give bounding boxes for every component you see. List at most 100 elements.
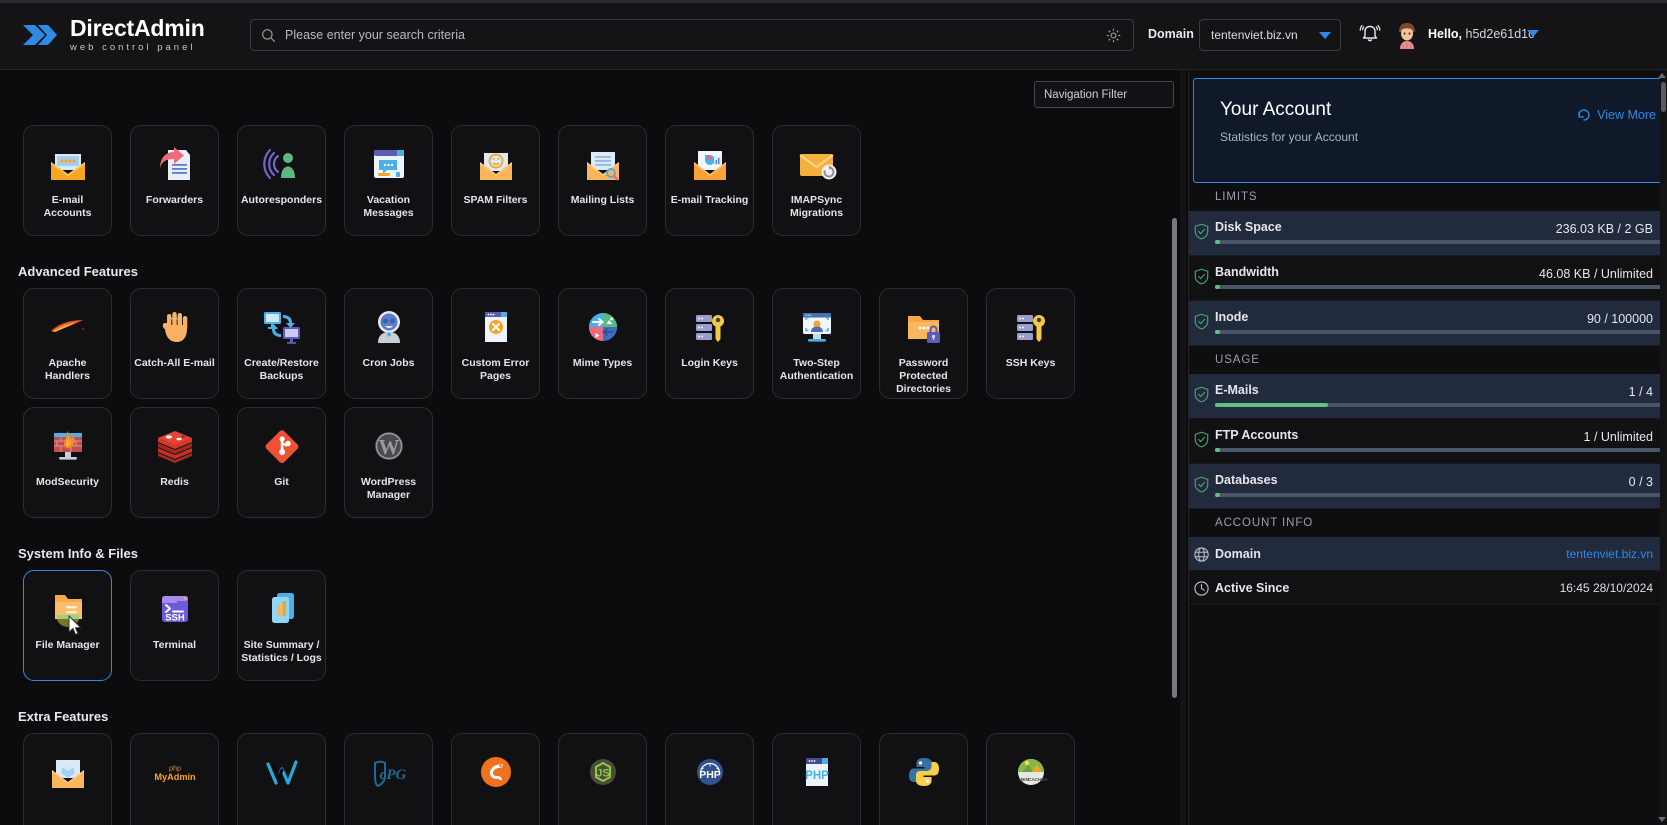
tile-nodejs[interactable]: JS [558,733,647,825]
tile-autoresponders[interactable]: Autoresponders [237,125,326,236]
cron-jobs-icon [365,303,413,351]
spam-filters-icon [472,140,520,188]
tile-wordpress-manager[interactable]: W WordPress Manager [344,407,433,518]
user-greeting[interactable]: Hello, h5d2e61d1c [1428,27,1534,41]
progress-track [1215,330,1667,334]
tile-mailing-lists[interactable]: Mailing Lists [558,125,647,236]
tile-password-protected-directories[interactable]: Password Protected Directories [879,288,968,399]
stat-row-bandwidth[interactable]: Bandwidth 46.08 KB / Unlimited [1189,256,1667,301]
svg-text:PHP: PHP [699,769,721,781]
tile-elefant-cms[interactable] [451,733,540,825]
top-header-bar: DirectAdmin web control panel Domain ten… [0,0,1667,70]
tile-forwarders[interactable]: Forwarders [130,125,219,236]
tile-wave[interactable] [237,733,326,825]
modsecurity-icon [44,422,92,470]
autoresponders-icon [258,140,306,188]
tile-row-email: E-mail Accounts Forwarders Autoresponder… [0,125,1180,236]
tile-php-config[interactable]: PHP [772,733,861,825]
tile-terminal[interactable]: SSH Terminal [130,570,219,681]
tile-label: Catch-All E-mail [134,357,215,369]
tile-label: Custom Error Pages [461,357,530,383]
info-row-domain[interactable]: Domain tentenviet.biz.vn [1189,537,1667,571]
tile-email-tracking[interactable]: E-mail Tracking [665,125,754,236]
notification-bell-icon[interactable] [1357,20,1383,46]
gear-icon[interactable] [1106,28,1121,43]
tile-imapsync-migrations[interactable]: IMAPSync Migrations [772,125,861,236]
stat-row-ftp-accounts[interactable]: FTP Accounts 1 / Unlimited [1189,419,1667,464]
info-label: Active Since [1215,580,1290,595]
tile-two-step-authentication[interactable]: Two-Step Authentication [772,288,861,399]
tile-email-accounts[interactable]: E-mail Accounts [23,125,112,236]
stat-value: 236.03 KB / 2 GB [1555,222,1653,236]
user-menu-chevron-down-icon[interactable] [1527,30,1539,37]
tile-row-advanced-1: Apache Handlers ××× Catch-All E-mail Cre… [0,288,1180,399]
tile-apache-handlers[interactable]: Apache Handlers [23,288,112,399]
tile-catch-all-email[interactable]: ××× Catch-All E-mail [130,288,219,399]
phpmyadmin-icon: php MyAdmin [151,748,199,796]
stat-row-emails[interactable]: E-Mails 1 / 4 [1189,374,1667,419]
tile-phpmyadmin[interactable]: php MyAdmin [130,733,219,825]
scroll-down-arrow-icon[interactable] [1658,817,1666,822]
tile-login-keys[interactable]: Login Keys [665,288,754,399]
redis-icon [151,422,199,470]
tile-mime-types[interactable]: Mime Types [558,288,647,399]
tile-label: SPAM Filters [463,194,528,206]
tile-redis[interactable]: Redis [130,407,219,518]
double-chevron-logo [23,24,57,45]
global-search-bar[interactable] [250,19,1134,51]
stat-row-inode[interactable]: Inode 90 / 100000 [1189,301,1667,346]
tile-vacation-messages[interactable]: Vacation Messages [344,125,433,236]
tile-ssh-keys[interactable]: SSH Keys [986,288,1075,399]
tile-cron-jobs[interactable]: Cron Jobs [344,288,433,399]
nodejs-icon: JS [579,748,627,796]
view-more-button[interactable]: View More [1577,108,1656,122]
tile-custom-error-pages[interactable]: Custom Error Pages [451,288,540,399]
main-scrollbar-track[interactable] [1180,70,1186,825]
refresh-arrow-icon [1578,109,1590,121]
catch-all-email-icon: ××× [151,303,199,351]
tile-create-restore-backups[interactable]: Create/Restore Backups [237,288,326,399]
tile-modsecurity[interactable]: ModSecurity [23,407,112,518]
svg-text:CACHED: CACHED [1028,777,1048,782]
svg-text:MyAdmin: MyAdmin [154,772,196,782]
panel-scrollbar[interactable] [1658,70,1667,825]
tile-label: SSH Keys [1005,357,1056,369]
svg-text:W: W [378,435,399,459]
vacation-messages-icon [365,140,413,188]
view-more-label: View More [1597,108,1656,122]
domain-selected-value: tentenviet.biz.vn [1211,28,1298,42]
tile-cpg-coppermine[interactable]: cPG [344,733,433,825]
tile-label: Forwarders [145,194,204,206]
shield-check-icon [1194,223,1209,240]
tile-roundcube-webmail[interactable] [23,733,112,825]
info-value-domain-link[interactable]: tentenviet.biz.vn [1566,547,1653,561]
progress-fill [1215,448,1220,452]
section-title-extra-features: Extra Features [18,709,109,724]
tile-site-summary-statistics-logs[interactable]: Site Summary / Statistics / Logs [237,570,326,681]
stat-row-disk-space[interactable]: Disk Space 236.03 KB / 2 GB [1189,211,1667,256]
stat-label: E-Mails [1215,383,1259,397]
scroll-up-arrow-icon[interactable] [1658,73,1666,78]
user-avatar-icon[interactable] [1394,21,1420,49]
search-input[interactable] [276,28,1106,42]
shield-check-icon [1194,313,1209,330]
panel-scrollbar-thumb[interactable] [1661,82,1666,112]
wave-icon [258,748,306,796]
tile-python[interactable] [879,733,968,825]
tile-spam-filters[interactable]: SPAM Filters [451,125,540,236]
wordpress-manager-icon: W [365,422,413,470]
account-subtitle: Statistics for your Account [1220,130,1359,144]
tile-memcached[interactable]: MEM CACHED [986,733,1075,825]
brand-logo-group[interactable]: DirectAdmin web control panel [22,16,205,53]
info-row-active-since[interactable]: Active Since 16:45 28/10/2024 [1189,571,1667,605]
git-icon [258,422,306,470]
tile-git[interactable]: Git [237,407,326,518]
domain-selector[interactable]: tentenviet.biz.vn [1199,19,1341,51]
tile-file-manager[interactable]: File Manager [23,570,112,681]
progress-fill [1215,240,1220,244]
stat-row-databases[interactable]: Databases 0 / 3 [1189,464,1667,509]
clock-icon [1194,581,1209,596]
limits-group-heading: LIMITS [1189,183,1667,211]
tile-label: Apache Handlers [45,357,90,383]
tile-php-selector[interactable]: PHP [665,733,754,825]
